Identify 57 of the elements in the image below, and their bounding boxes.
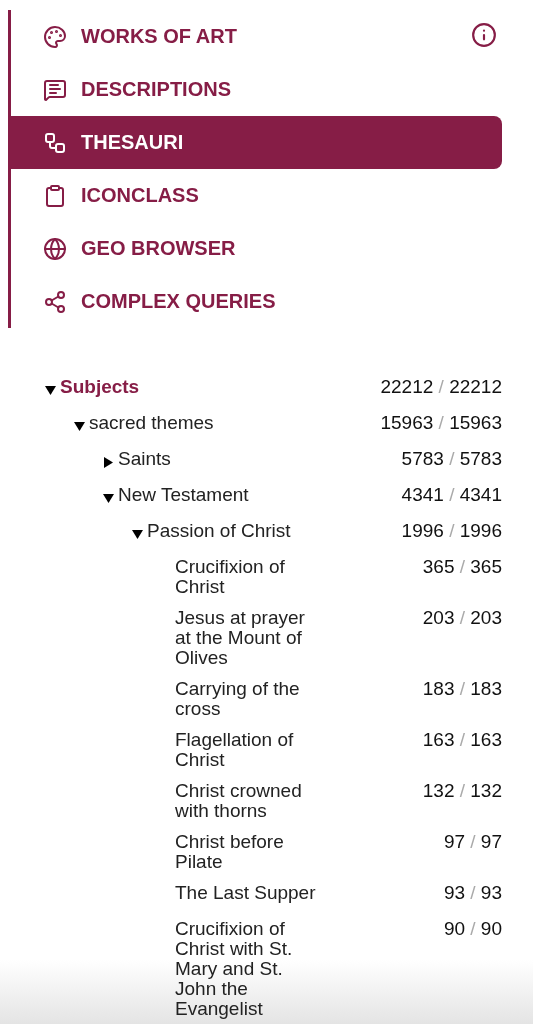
node-label: Carrying of the cross: [175, 679, 301, 719]
nodes-icon: [43, 289, 67, 314]
node-count: 5783 / 5783: [401, 449, 502, 469]
node-count: 22212 / 22212: [380, 377, 502, 397]
node-label: Jesus at prayer at the Mount of Olives: [175, 608, 306, 668]
node-count: 203 / 203: [422, 608, 502, 628]
node-count: 365 / 365: [422, 557, 502, 577]
tree-row[interactable]: Jesus at prayer at the Mount of Olives 203 / 203: [0, 603, 502, 674]
flowchart-icon: [43, 130, 67, 155]
nav-item[interactable]: ICONCLASS: [11, 169, 502, 222]
node-label: Saints: [118, 449, 171, 469]
nav-item[interactable]: GEO BROWSER: [11, 222, 502, 275]
node-label: The Last Supper: [175, 883, 316, 903]
tree-row[interactable]: Crucifixion of Christ 365 / 365: [0, 552, 502, 603]
nav-item[interactable]: THESAURI: [11, 116, 502, 169]
node-count: 15963 / 15963: [380, 413, 502, 433]
node-label: Subjects: [60, 377, 140, 397]
collapse-triangle-icon[interactable]: [45, 384, 56, 396]
tree-row[interactable]: Saints 5783 / 5783: [0, 444, 502, 480]
tree-row[interactable]: Christ before Pilate 97 / 97: [0, 827, 502, 878]
node-count: 97 / 97: [443, 832, 502, 852]
node-label: Crucifixion of Christ: [175, 557, 286, 597]
tree-row[interactable]: Passion of Christ 1996 / 1996: [0, 516, 502, 552]
node-count: 90 / 90: [443, 919, 502, 939]
collapse-triangle-icon[interactable]: [74, 420, 85, 432]
clipboard-icon: [43, 183, 67, 208]
node-label: New Testament: [118, 485, 249, 505]
nav-item[interactable]: DESCRIPTIONS: [11, 63, 502, 116]
node-label: Passion of Christ: [147, 521, 291, 541]
tree-row[interactable]: sacred themes 15963 / 15963: [0, 408, 502, 444]
node-count: 183 / 183: [422, 679, 502, 699]
node-label: Flagellation of Christ: [175, 730, 295, 770]
palette-icon: [43, 24, 67, 49]
node-count: 93 / 93: [443, 883, 502, 903]
node-count: 1996 / 1996: [401, 521, 502, 541]
collapse-triangle-icon[interactable]: [103, 492, 114, 504]
node-count: 132 / 132: [422, 781, 502, 801]
node-label: Christ before Pilate: [175, 832, 285, 872]
nav-item[interactable]: COMPLEX QUERIES: [11, 275, 502, 328]
tree-row[interactable]: Flagellation of Christ 163 / 163: [0, 725, 502, 776]
node-label: Christ crowned with thorns: [175, 781, 303, 821]
nav-item[interactable]: WORKS OF ART: [11, 10, 237, 63]
tree-row[interactable]: Subjects 22212 / 22212: [0, 372, 502, 408]
node-label: Crucifixion of Christ with St. Mary and St. John the Evangelist: [175, 919, 294, 1019]
tree-row[interactable]: New Testament 4341 / 4341: [0, 480, 502, 516]
node-label: sacred themes: [89, 413, 214, 433]
node-count: 4341 / 4341: [401, 485, 502, 505]
info-icon[interactable]: [471, 21, 497, 48]
collapse-triangle-icon[interactable]: [132, 528, 143, 540]
tree-row[interactable]: Carrying of the cross 183 / 183: [0, 674, 502, 725]
expand-triangle-icon[interactable]: [103, 456, 114, 468]
globe-icon: [43, 236, 67, 261]
tree-row[interactable]: Crucifixion of Christ with St. Mary and St. John the Evangelist 90 / 90: [0, 914, 502, 1024]
message-icon: [43, 77, 67, 102]
tree-row[interactable]: Christ crowned with thorns 132 / 132: [0, 776, 502, 827]
node-count: 163 / 163: [422, 730, 502, 750]
tree-row[interactable]: The Last Supper 93 / 93: [0, 878, 502, 914]
